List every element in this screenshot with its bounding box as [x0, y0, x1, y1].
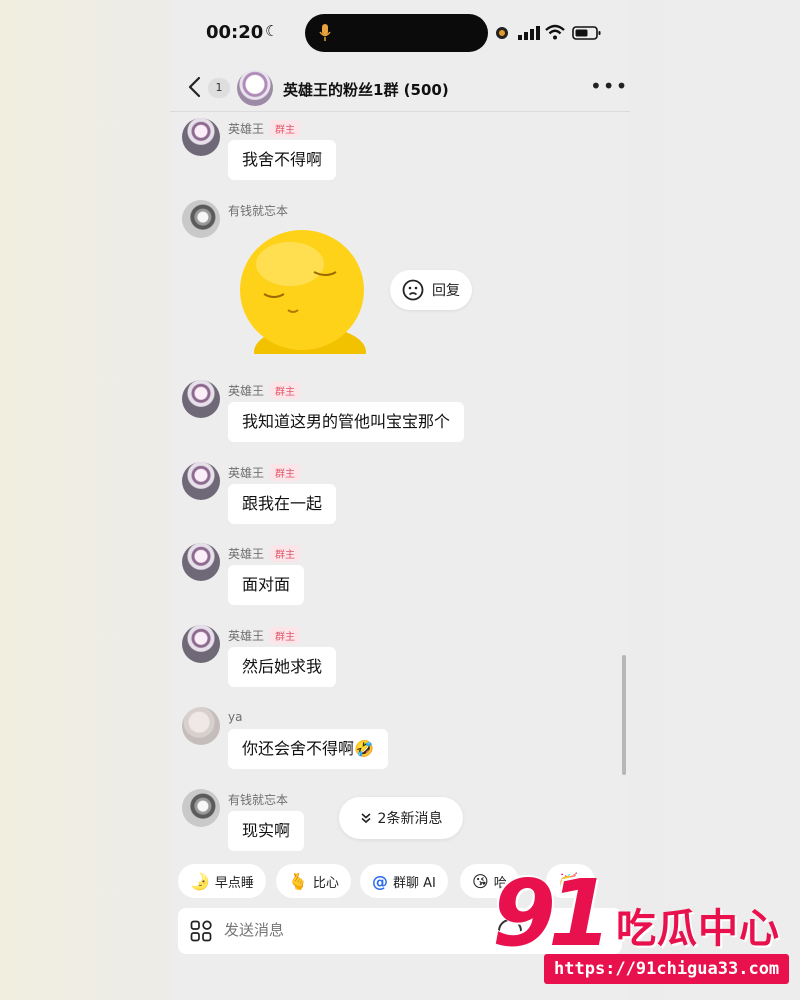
quick-reply-chip[interactable]: 🫰 比心 — [276, 864, 351, 898]
avatar[interactable] — [182, 789, 220, 827]
microphone-icon — [319, 24, 331, 41]
signal-icon — [518, 26, 540, 40]
message-bubble[interactable]: 你还会舍不得啊🤣 — [228, 729, 388, 769]
moon-emoji-icon: 🌛 — [190, 871, 210, 891]
chip-label: 比心 — [312, 875, 339, 891]
quick-reply-chip[interactable]: @ 群聊 AI — [360, 864, 448, 898]
message-bubble[interactable]: 然后她求我 — [228, 647, 337, 687]
chip-label: 早点睡 — [214, 875, 254, 891]
back-icon[interactable] — [186, 76, 206, 98]
phone-screen: 00:20 ☾ 1 英雄王的粉丝1群 (500) ••• 英雄王 群主 我舍不得… — [170, 0, 630, 1000]
sender-name: 英雄王 — [228, 546, 265, 561]
clock: 00:20 — [206, 22, 264, 43]
avatar[interactable] — [182, 118, 220, 156]
finger-heart-icon: 🫰 — [288, 871, 308, 891]
group-avatar[interactable] — [237, 70, 273, 106]
recording-dot-icon — [496, 27, 508, 39]
new-messages-button[interactable]: 2条新消息 — [339, 797, 463, 839]
sender-name: 英雄王 — [228, 465, 265, 480]
chat-header: 1 英雄王的粉丝1群 (500) ••• — [170, 62, 630, 112]
at-icon: @ — [372, 871, 388, 891]
sender-name: 英雄王 — [228, 383, 265, 398]
apps-grid-icon[interactable] — [190, 920, 212, 942]
avatar[interactable] — [182, 200, 220, 238]
sender-name: 英雄王 — [228, 121, 265, 136]
scrollbar[interactable] — [622, 655, 626, 775]
sender-name: 有钱就忘本 — [228, 203, 289, 218]
chip-label: 群聊 AI — [393, 875, 436, 891]
owner-badge: 群主 — [270, 544, 301, 562]
message-bubble[interactable]: 面对面 — [228, 565, 305, 605]
owner-badge: 群主 — [270, 463, 301, 481]
owner-badge: 群主 — [270, 626, 301, 644]
message-bubble[interactable]: 我舍不得啊 — [228, 140, 337, 180]
sender-name: 有钱就忘本 — [228, 792, 289, 807]
quick-reply-chip[interactable]: 🌛 早点睡 — [178, 864, 266, 898]
avatar[interactable] — [182, 380, 220, 418]
avatar[interactable] — [182, 707, 220, 745]
unread-count-badge[interactable]: 1 — [208, 78, 230, 98]
double-chevron-down-icon — [361, 813, 371, 824]
moon-icon: ☾ — [265, 22, 279, 40]
message-bubble[interactable]: 我知道这男的管他叫宝宝那个 — [228, 402, 465, 442]
message-input[interactable] — [224, 908, 484, 954]
new-messages-label: 2条新消息 — [377, 811, 443, 827]
wifi-icon — [545, 24, 565, 40]
reply-label: 回复 — [432, 283, 460, 299]
message-bubble[interactable]: 现实啊 — [228, 811, 305, 851]
kiss-emoji-icon: 😘 — [472, 871, 489, 891]
more-options-button[interactable]: ••• — [590, 74, 628, 98]
watermark-url: https://91chigua33.com — [544, 954, 790, 984]
reply-button[interactable]: 回复 — [390, 270, 472, 310]
group-title[interactable]: 英雄王的粉丝1群 (500) — [283, 79, 449, 100]
avatar[interactable] — [182, 462, 220, 500]
avatar[interactable] — [182, 625, 220, 663]
dynamic-island — [305, 14, 488, 52]
owner-badge: 群主 — [270, 381, 301, 399]
message-bubble[interactable]: 跟我在一起 — [228, 484, 337, 524]
battery-icon — [572, 26, 601, 40]
sender-name: ya — [228, 710, 243, 724]
watermark: 91 吃瓜中心 https://91chigua33.com — [492, 868, 792, 988]
owner-badge: 群主 — [270, 119, 301, 137]
sticker-image[interactable] — [230, 224, 378, 354]
status-bar: 00:20 ☾ — [170, 0, 630, 62]
watermark-number: 91 — [492, 860, 612, 967]
watermark-text: 吃瓜中心 — [616, 906, 780, 952]
face-icon — [402, 279, 424, 301]
sender-name: 英雄王 — [228, 628, 265, 643]
avatar[interactable] — [182, 543, 220, 581]
